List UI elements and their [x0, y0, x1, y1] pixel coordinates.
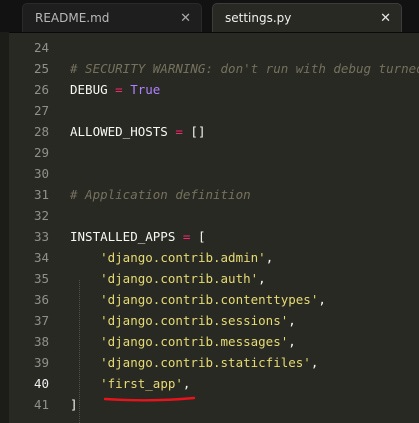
code-token: 'django.contrib.sessions'	[100, 313, 289, 328]
line-number: 30	[33, 166, 49, 181]
code-token: ALLOWED_HOSTS	[70, 124, 168, 139]
line-number: 39	[33, 355, 49, 370]
line-code: ALLOWED_HOSTS = []	[70, 121, 205, 142]
code-token: ,	[310, 355, 319, 370]
tab-readme[interactable]: README.md ✕	[22, 3, 202, 32]
code-line[interactable]: 29	[9, 142, 419, 163]
code-token: ,	[258, 271, 266, 286]
code-line[interactable]: 33 INSTALLED_APPS = [	[9, 226, 419, 247]
code-token: ]	[70, 397, 78, 412]
tab-settings[interactable]: settings.py ✕	[212, 3, 402, 32]
code-token: # Application definition	[70, 187, 251, 202]
line-number: 31	[33, 187, 49, 202]
code-token: INSTALLED_APPS	[70, 229, 176, 244]
line-number: 38	[33, 334, 49, 349]
code-line[interactable]: 30	[9, 163, 419, 184]
line-code: 'django.contrib.messages',	[70, 331, 296, 352]
code-token: 'django.contrib.auth'	[100, 271, 259, 286]
code-line[interactable]: 41]	[9, 394, 419, 415]
line-number: 29	[33, 145, 49, 160]
code-line[interactable]: 40 'first_app',	[9, 373, 419, 394]
line-code: DEBUG = True	[70, 79, 160, 100]
code-line[interactable]: 36 'django.contrib.contenttypes',	[9, 289, 419, 310]
line-number: 37	[33, 313, 49, 328]
line-number: 25	[33, 61, 49, 76]
line-code: ]	[70, 394, 78, 415]
code-line[interactable]: 25 # SECURITY WARNING: don't run with deb…	[9, 58, 419, 79]
code-line[interactable]: 28 ALLOWED_HOSTS = []	[9, 121, 419, 142]
line-number: 32	[33, 208, 49, 223]
line-code: 'first_app',	[70, 373, 190, 394]
code-token: True	[130, 82, 161, 97]
line-number: 36	[33, 292, 49, 307]
line-number: 28	[33, 124, 49, 139]
code-line[interactable]: 24	[9, 37, 419, 58]
line-code: 'django.contrib.admin',	[70, 247, 273, 268]
code-token: 'django.contrib.contenttypes'	[100, 292, 319, 307]
close-icon[interactable]: ✕	[380, 4, 391, 33]
code-line[interactable]: 34 'django.contrib.admin',	[9, 247, 419, 268]
code-token: ,	[288, 313, 296, 328]
line-number: 27	[33, 103, 49, 118]
line-number: 35	[33, 271, 49, 286]
code-line[interactable]: 37 'django.contrib.sessions',	[9, 310, 419, 331]
line-code: 'django.contrib.sessions',	[70, 310, 296, 331]
code-token: # SECURITY WARNING: don't run with debug…	[70, 61, 419, 76]
line-code: 'django.contrib.auth',	[70, 268, 266, 289]
line-number: 40	[33, 376, 49, 391]
code-line[interactable]: 31 # Application definition	[9, 184, 419, 205]
line-code: # Application definition	[70, 184, 251, 205]
line-number: 33	[33, 229, 49, 244]
line-number: 41	[33, 397, 49, 412]
code-token: 'first_app'	[100, 376, 183, 391]
code-token: 'django.contrib.admin'	[100, 250, 266, 265]
code-line[interactable]: 32	[9, 205, 419, 226]
code-editor[interactable]: 24 25 # SECURITY WARNING: don't run with d…	[9, 32, 419, 423]
code-token: 'django.contrib.messages'	[100, 334, 289, 349]
code-line[interactable]: 26 DEBUG = True	[9, 79, 419, 100]
line-code: # SECURITY WARNING: don't run with debug…	[70, 58, 419, 79]
line-number: 26	[33, 82, 49, 97]
code-line[interactable]: 35 'django.contrib.auth',	[9, 268, 419, 289]
code-token: ,	[265, 250, 274, 265]
underline-annotation	[104, 396, 196, 402]
code-token: DEBUG	[70, 82, 108, 97]
code-token: =	[115, 82, 123, 97]
code-line[interactable]: 38 'django.contrib.messages',	[9, 331, 419, 352]
code-token: ,	[182, 376, 191, 391]
line-code: INSTALLED_APPS = [	[70, 226, 205, 247]
code-token: ,	[318, 292, 326, 307]
code-token: []	[182, 124, 206, 139]
code-token: 'django.contrib.staticfiles'	[100, 355, 311, 370]
close-icon[interactable]: ✕	[180, 4, 191, 33]
tab-label: README.md	[35, 11, 110, 25]
tab-label: settings.py	[225, 11, 292, 25]
left-panel-edge	[0, 32, 9, 423]
code-token: [	[190, 229, 206, 244]
line-number: 34	[33, 250, 49, 265]
line-code: 'django.contrib.staticfiles',	[70, 352, 318, 373]
line-number: 24	[33, 40, 49, 55]
code-token: =	[175, 124, 183, 139]
line-code: 'django.contrib.contenttypes',	[70, 289, 326, 310]
code-line[interactable]: 27	[9, 100, 419, 121]
tab-bar: README.md ✕ settings.py ✕	[0, 0, 419, 33]
code-line[interactable]: 39 'django.contrib.staticfiles',	[9, 352, 419, 373]
code-token: ,	[288, 334, 296, 349]
